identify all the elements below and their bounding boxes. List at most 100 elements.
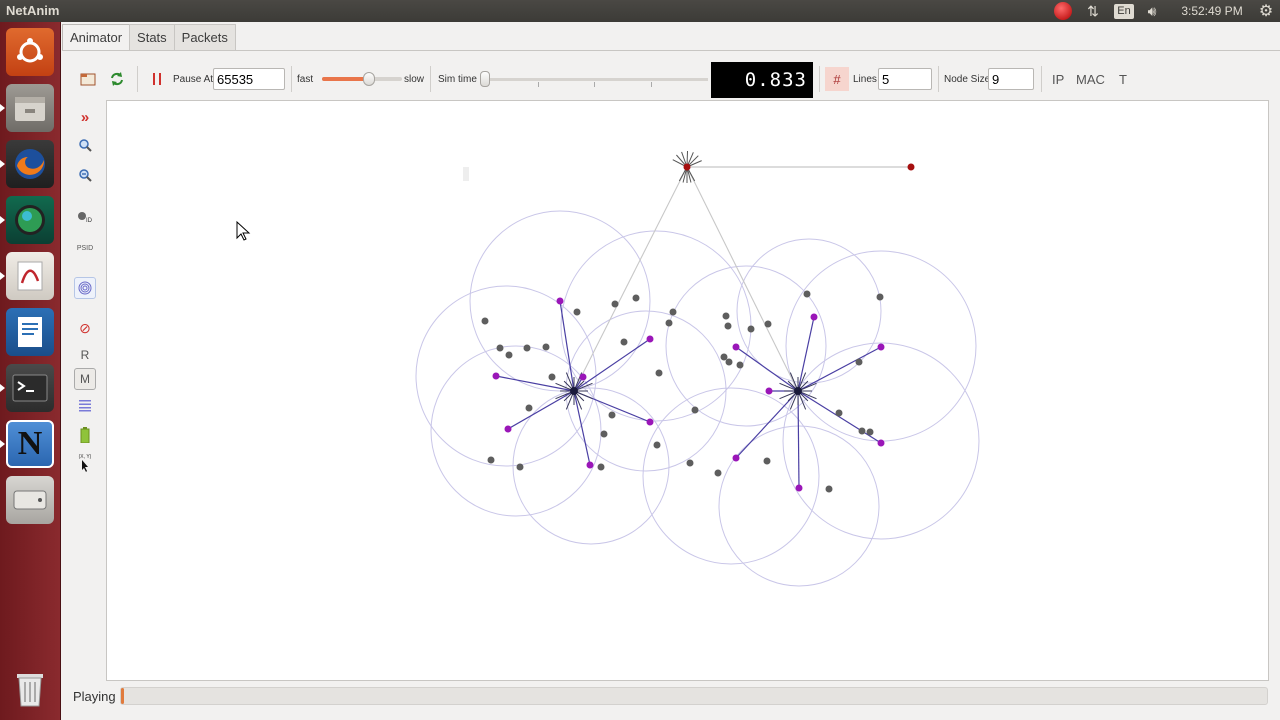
wired-node[interactable]: [907, 163, 915, 171]
reload-button[interactable]: [109, 58, 125, 100]
station-node[interactable]: [556, 297, 564, 305]
zoom-out-button[interactable]: [74, 164, 96, 186]
files-icon[interactable]: [6, 84, 54, 132]
node[interactable]: [516, 463, 524, 471]
tab-packets[interactable]: Packets: [173, 24, 236, 50]
node[interactable]: [686, 459, 694, 467]
node[interactable]: [722, 312, 730, 320]
speed-slider[interactable]: [322, 58, 402, 100]
node[interactable]: [866, 428, 874, 436]
node[interactable]: [669, 308, 677, 316]
node[interactable]: [548, 373, 556, 381]
trash-icon[interactable]: [6, 664, 54, 712]
node[interactable]: [725, 358, 733, 366]
psid-toggle-button[interactable]: PSID: [74, 237, 96, 259]
tab-animator[interactable]: Animator: [62, 24, 131, 51]
zoom-in-button[interactable]: [74, 134, 96, 156]
netanim-icon[interactable]: N: [6, 420, 54, 468]
node[interactable]: [611, 300, 619, 308]
node[interactable]: [876, 293, 884, 301]
t-toggle-button[interactable]: T: [1119, 58, 1127, 100]
node[interactable]: [620, 338, 628, 346]
gear-icon[interactable]: ⚙: [1254, 2, 1278, 20]
battery-button[interactable]: [74, 424, 96, 446]
node[interactable]: [747, 325, 755, 333]
station-node[interactable]: [586, 461, 594, 469]
node[interactable]: [691, 406, 699, 414]
station-node[interactable]: [732, 454, 740, 462]
sim-time-slider[interactable]: [480, 58, 708, 100]
open-file-button[interactable]: [80, 58, 96, 100]
access-point-node[interactable]: [570, 387, 578, 395]
keyboard-layout-indicator[interactable]: En: [1113, 2, 1135, 20]
node[interactable]: [542, 343, 550, 351]
wired-node[interactable]: [683, 163, 691, 171]
station-node[interactable]: [765, 387, 773, 395]
globe-app-icon[interactable]: [6, 196, 54, 244]
node[interactable]: [655, 369, 663, 377]
drive-icon[interactable]: [6, 476, 54, 524]
clock[interactable]: 3:52:49 PM: [1176, 2, 1248, 20]
lines-spinbox[interactable]: [878, 68, 932, 90]
terminal-icon[interactable]: [6, 364, 54, 412]
fit-view-chevron-icon[interactable]: »: [74, 106, 96, 128]
tab-stats[interactable]: Stats: [129, 24, 175, 50]
node[interactable]: [597, 463, 605, 471]
access-point-node[interactable]: [794, 387, 802, 395]
animation-canvas[interactable]: [106, 100, 1269, 681]
speed-slider-handle[interactable]: [362, 72, 375, 86]
metadata-m-button[interactable]: M: [74, 368, 96, 390]
disable-icon[interactable]: ⊘: [74, 317, 96, 339]
node[interactable]: [481, 317, 489, 325]
libreoffice-writer-icon[interactable]: [6, 308, 54, 356]
station-node[interactable]: [795, 484, 803, 492]
reset-r-button[interactable]: R: [74, 344, 96, 366]
station-node[interactable]: [579, 373, 587, 381]
node[interactable]: [665, 319, 673, 327]
node[interactable]: [608, 411, 616, 419]
node-id-toggle-button[interactable]: ID: [74, 206, 96, 228]
wireless-circles-toggle[interactable]: [74, 277, 96, 299]
firefox-icon[interactable]: [6, 140, 54, 188]
node[interactable]: [763, 457, 771, 465]
ip-toggle-button[interactable]: IP: [1052, 58, 1064, 100]
document-viewer-icon[interactable]: [6, 252, 54, 300]
ubuntu-dash-icon[interactable]: [6, 28, 54, 76]
sim-time-handle[interactable]: [480, 71, 490, 87]
node[interactable]: [835, 409, 843, 417]
node-size-spinbox[interactable]: [988, 68, 1034, 90]
station-node[interactable]: [732, 343, 740, 351]
network-topology[interactable]: [107, 101, 1270, 682]
pause-at-input[interactable]: [213, 68, 285, 90]
xy-cursor-button[interactable]: (X, Y): [74, 452, 96, 474]
station-node[interactable]: [877, 439, 885, 447]
lines-view-button[interactable]: [74, 394, 96, 416]
node[interactable]: [600, 430, 608, 438]
node[interactable]: [855, 358, 863, 366]
node[interactable]: [496, 344, 504, 352]
node[interactable]: [803, 290, 811, 298]
mac-toggle-button[interactable]: MAC: [1076, 58, 1105, 100]
station-node[interactable]: [877, 343, 885, 351]
node[interactable]: [724, 322, 732, 330]
station-node[interactable]: [504, 425, 512, 433]
node[interactable]: [505, 351, 513, 359]
grid-toggle-button[interactable]: #: [825, 58, 849, 100]
node[interactable]: [525, 404, 533, 412]
node[interactable]: [825, 485, 833, 493]
node[interactable]: [720, 353, 728, 361]
station-node[interactable]: [492, 372, 500, 380]
node[interactable]: [523, 344, 531, 352]
node[interactable]: [736, 361, 744, 369]
node[interactable]: [764, 320, 772, 328]
node[interactable]: [632, 294, 640, 302]
volume-icon[interactable]: 🔊︎: [1141, 2, 1163, 20]
pause-button[interactable]: [151, 58, 163, 100]
node[interactable]: [858, 427, 866, 435]
node[interactable]: [653, 441, 661, 449]
node[interactable]: [487, 456, 495, 464]
station-node[interactable]: [646, 335, 654, 343]
network-icon[interactable]: ⇅: [1083, 2, 1103, 20]
node[interactable]: [573, 308, 581, 316]
node[interactable]: [714, 469, 722, 477]
